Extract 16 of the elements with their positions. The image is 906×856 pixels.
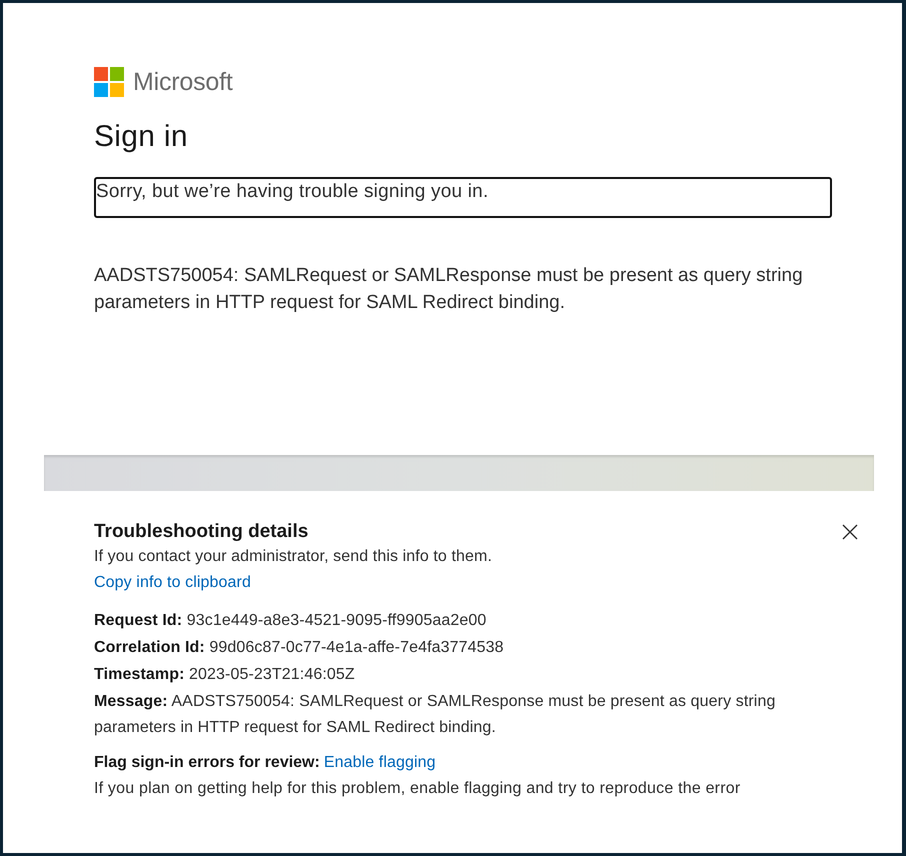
logo-wordmark: Microsoft bbox=[133, 67, 233, 97]
detail-line: Request Id: 93c1e449-a8e3-4521-9095-ff9905aa2e00 bbox=[94, 611, 488, 631]
instruction-text: If you contact your administrator, send this info to them. bbox=[94, 547, 493, 567]
page-title: Sign in bbox=[94, 119, 189, 155]
detail-line: Correlation Id: 99d06c87-0c77-4e1a-affe-7e4fa3774538 bbox=[94, 638, 505, 658]
detail-line: Message: AADSTS750054: SAMLRequest or SAMLResponse must be present as query string parameters in HTTP request for SAML Redirect binding. bbox=[94, 692, 776, 738]
section-heading: Troubleshooting details bbox=[94, 520, 308, 544]
detail-line: Timestamp: 2023-05-23T21:46:05Z bbox=[94, 665, 356, 685]
close-icon[interactable] bbox=[842, 524, 858, 540]
error-description: AADSTS750054: SAMLRequest or SAMLResponse must be present as query string parameters in HTTP request for SAML Redirect binding. bbox=[94, 264, 804, 315]
four-squares-logo-icon bbox=[94, 67, 124, 97]
flag-label: Flag sign-in errors for review: bbox=[94, 753, 320, 773]
copy-to-clipboard-link[interactable]: Copy info to clipboard bbox=[94, 572, 251, 594]
enable-flagging-link[interactable]: Enable flagging bbox=[324, 752, 436, 774]
help-text: If you plan on getting help for this problem, enable flagging and try to reproduce the error bbox=[94, 779, 742, 799]
error-message-box: Sorry, but we’re having trouble signing you in. bbox=[94, 177, 832, 218]
